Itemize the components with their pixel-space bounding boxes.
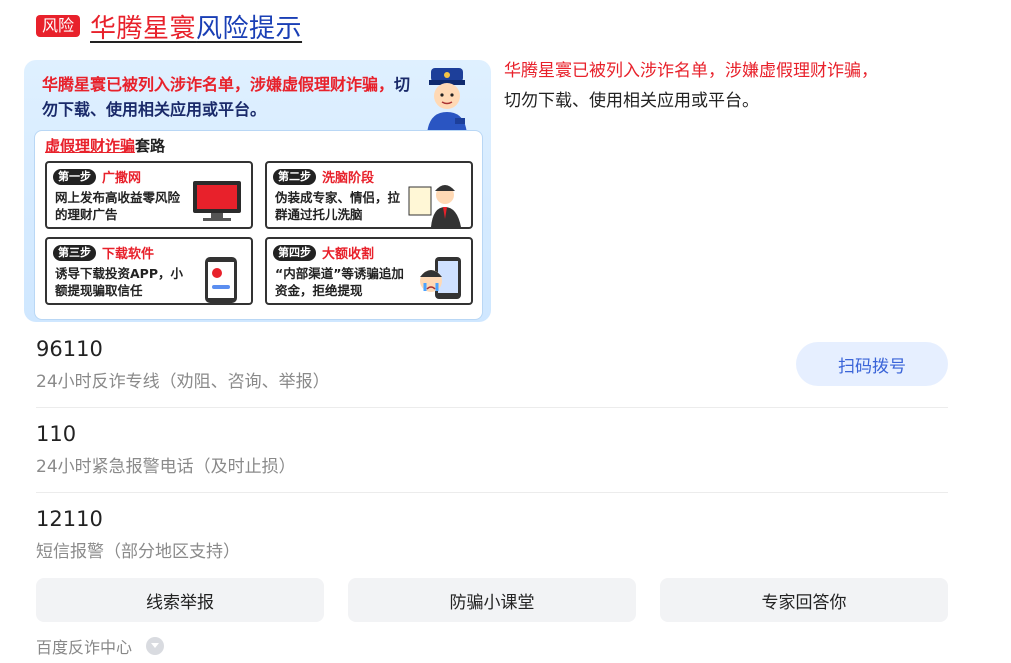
step-tag: 第四步 [273,244,316,261]
risk-title-red: 华腾星寰 [90,13,197,44]
poster-headline: 华腾星寰已被列入涉诈名单，涉嫌虚假理财诈骗，切勿下载、使用相关应用或平台。 [42,72,422,122]
divider [36,407,948,408]
divider [36,492,948,493]
action-buttons: 线索举报 防骗小课堂 专家回答你 [36,578,948,622]
step-desc: “内部渠道”等诱骗追加资金，拒绝提现 [275,266,404,298]
step-tag: 第二步 [273,168,316,185]
phone-item-12110[interactable]: 12110 短信报警（部分地区支持） [36,506,948,564]
warning-text-dark: 切勿下载、使用相关应用或平台。 [504,91,759,111]
expert-answer-button[interactable]: 专家回答你 [660,578,948,622]
scam-title-dark: 套路 [135,137,166,155]
step-tag: 第三步 [53,244,96,261]
report-clue-button[interactable]: 线索举报 [36,578,324,622]
warning-text: 华腾星寰已被列入涉诈名单，涉嫌虚假理财诈骗， 切勿下载、使用相关应用或平台。 [504,56,964,116]
step-desc: 伪装成专家、情侣，拉群通过托儿洗脑 [275,190,401,222]
step-name: 洗脑阶段 [322,171,375,186]
scammer-icon [408,185,461,227]
source-footer[interactable]: 百度反诈中心 [36,634,165,658]
crying-victim-icon [420,257,461,299]
risk-header: 风险 华腾星寰风险提示 [36,8,302,44]
phone-app-icon [205,257,237,303]
risk-title-blue: 风险提示 [196,13,303,44]
risk-badge: 风险 [36,15,81,37]
chevron-down-icon[interactable] [146,637,165,655]
phone-number: 110 [36,422,77,446]
scam-section-title: 虚假理财诈骗套路 [45,135,165,156]
anti-fraud-class-button[interactable]: 防骗小课堂 [348,578,636,622]
step-card-4: 第四步 大额收割 “内部渠道”等诱骗追加资金，拒绝提现 [265,237,473,305]
step-desc: 诱导下载投资APP，小额提现骗取信任 [55,266,183,298]
phone-desc: 短信报警（部分地区支持） [36,542,240,562]
scam-poster[interactable]: 华腾星寰已被列入涉诈名单，涉嫌虚假理财诈骗，切勿下载、使用相关应用或平台。 虚假… [24,60,491,322]
poster-steps-panel: 虚假理财诈骗套路 第一步 广撒网 网上发布高收益零风险的理财广告 第二步 洗脑阶段 … [34,130,483,320]
phone-item-110[interactable]: 110 24小时紧急报警电话（及时止损） [36,421,948,479]
monitor-icon [193,181,241,221]
step-name: 广撒网 [102,171,142,186]
step-tag: 第一步 [53,168,96,185]
step-card-2: 第二步 洗脑阶段 伪装成专家、情侣，拉群通过托儿洗脑 [265,161,473,229]
police-icon [427,68,467,134]
scam-title-red: 虚假理财诈骗 [45,137,136,155]
scan-dial-button[interactable]: 扫码拨号 [796,342,948,386]
phone-number: 12110 [36,507,103,531]
step-name: 下载软件 [102,247,155,262]
step-card-1: 第一步 广撒网 网上发布高收益零风险的理财广告 [45,161,253,229]
warning-text-red: 华腾星寰已被列入涉诈名单，涉嫌虚假理财诈骗， [504,61,878,81]
poster-headline-red: 华腾星寰已被列入涉诈名单，涉嫌虚假理财诈骗， [42,75,395,94]
risk-title-link[interactable]: 华腾星寰风险提示 [90,8,302,45]
step-card-3: 第三步 下载软件 诱导下载投资APP，小额提现骗取信任 [45,237,253,305]
source-label: 百度反诈中心 [36,638,133,657]
step-desc: 网上发布高收益零风险的理财广告 [55,190,181,222]
phone-desc: 24小时紧急报警电话（及时止损） [36,457,296,477]
step-name: 大额收割 [322,247,375,262]
